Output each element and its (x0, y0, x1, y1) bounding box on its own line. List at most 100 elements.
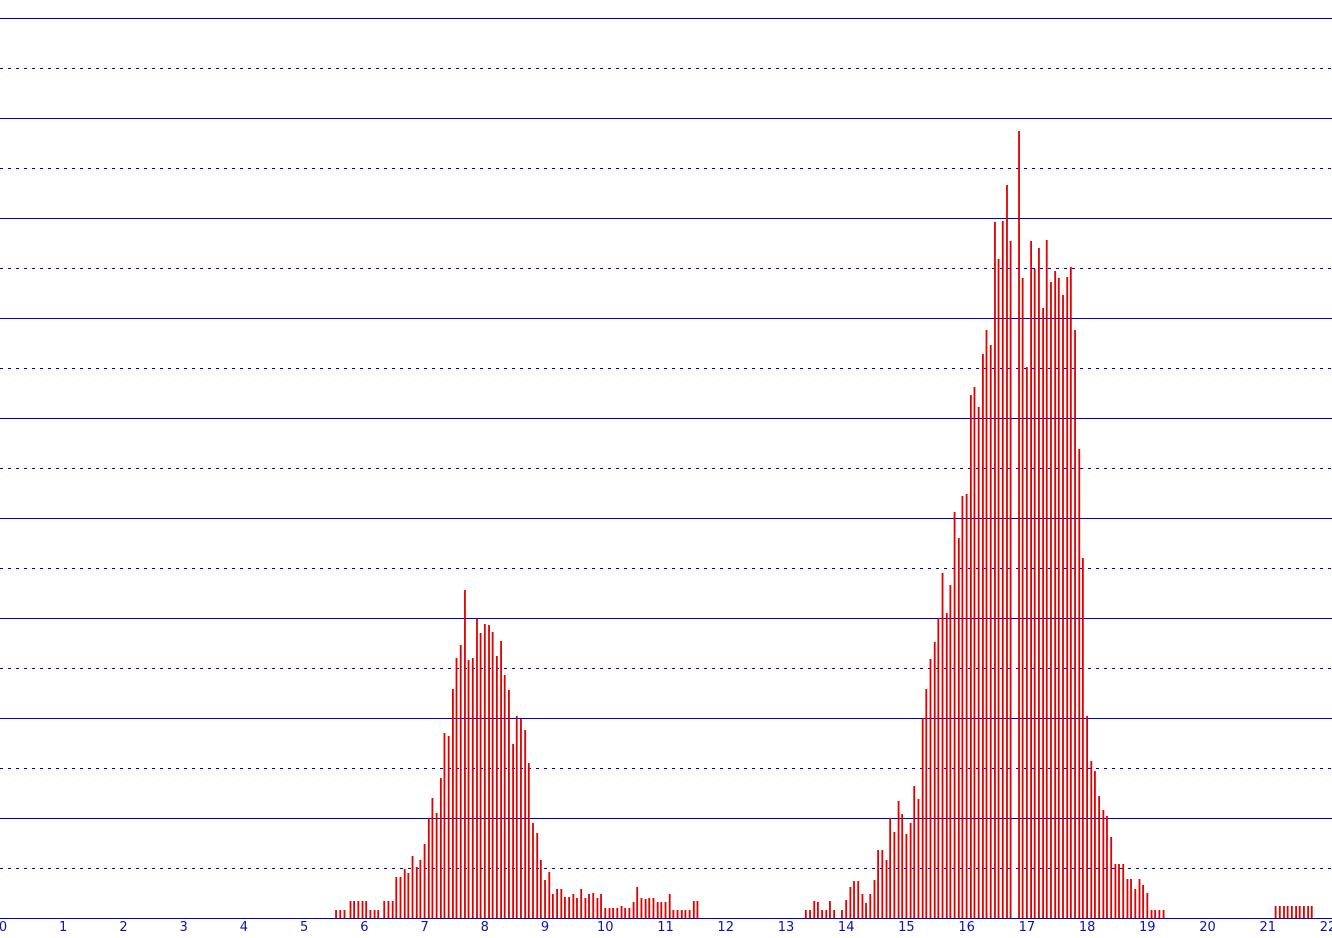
bar (917, 799, 920, 918)
bar (941, 573, 944, 918)
bar (1134, 889, 1137, 918)
x-tick-label: 9 (541, 920, 549, 935)
bar (1006, 185, 1008, 918)
bar (1298, 906, 1301, 918)
bar (861, 894, 864, 918)
x-tick-label: 17 (1019, 920, 1036, 935)
bar (981, 354, 984, 918)
bar (652, 898, 655, 918)
bar (532, 823, 534, 918)
bar (1078, 449, 1081, 918)
bar (572, 894, 575, 918)
bar (849, 887, 852, 918)
bar (455, 658, 458, 918)
bar (977, 407, 980, 918)
bar (945, 613, 948, 918)
bar (1138, 879, 1141, 918)
x-tick-label: 6 (360, 920, 368, 935)
bar (495, 656, 498, 918)
bar (1054, 271, 1057, 918)
bar (536, 833, 539, 918)
bar (524, 730, 527, 918)
bar (1154, 910, 1157, 918)
bar (897, 801, 900, 918)
bar (451, 689, 454, 918)
x-tick-label: 7 (420, 920, 428, 935)
bar (491, 632, 494, 918)
bar (813, 901, 816, 918)
bar (1057, 278, 1060, 918)
bar (584, 898, 587, 918)
x-tick-label: 10 (597, 920, 614, 935)
bar (1146, 893, 1149, 918)
bar (985, 330, 988, 918)
bar (369, 910, 372, 918)
bar (885, 860, 888, 918)
bar (377, 910, 380, 918)
bar (365, 901, 368, 918)
bar (512, 744, 515, 918)
bar (889, 818, 892, 918)
bar (1062, 295, 1064, 918)
bar (1102, 810, 1105, 918)
x-tick-label: 0 (0, 920, 7, 935)
bar (640, 898, 643, 918)
bar (568, 897, 571, 918)
bars (335, 131, 1313, 918)
bar (1126, 879, 1129, 918)
bar (853, 881, 855, 918)
bar (1283, 906, 1285, 918)
bar (387, 901, 390, 918)
bar (1310, 906, 1313, 918)
bar (1122, 864, 1125, 918)
bar (865, 903, 867, 918)
bar (1094, 771, 1096, 918)
bar (427, 818, 430, 918)
bar (447, 736, 450, 918)
bar (1162, 910, 1165, 918)
bar (520, 719, 522, 918)
bar (560, 889, 563, 918)
bar (373, 910, 376, 918)
bar (357, 901, 360, 918)
x-tick-label: 14 (838, 920, 855, 935)
bar (680, 910, 683, 918)
bar (527, 763, 530, 918)
bar (415, 867, 418, 918)
bar (483, 624, 486, 918)
bar (592, 893, 595, 918)
x-tick-label: 20 (1199, 920, 1216, 935)
bar (1295, 906, 1297, 918)
bar (921, 718, 924, 918)
bar (1278, 906, 1281, 918)
x-tick-label: 18 (1079, 920, 1096, 935)
x-tick-label: 19 (1139, 920, 1156, 935)
bar (335, 910, 337, 918)
bar (1158, 910, 1161, 918)
bar (901, 814, 904, 918)
bar (1025, 367, 1028, 918)
x-tick-label: 13 (778, 920, 795, 935)
bar (1033, 269, 1036, 918)
bar (989, 345, 992, 918)
bar (576, 898, 578, 918)
bar (361, 901, 364, 918)
bar (961, 496, 964, 918)
histogram-chart: 012345678910111213141516171819202122 (0, 18, 1332, 935)
bar (471, 658, 474, 918)
bar (580, 889, 583, 918)
x-tick-label: 3 (180, 920, 188, 935)
bar (684, 910, 687, 918)
bar (873, 880, 876, 918)
bar (909, 823, 912, 918)
bar (804, 910, 807, 918)
bar (1130, 879, 1132, 918)
bar (548, 872, 551, 918)
bar (696, 901, 699, 918)
x-tick-label: 1 (59, 920, 67, 935)
bar (407, 873, 410, 918)
bar (825, 910, 828, 918)
x-tick-label: 21 (1260, 920, 1277, 935)
bar (672, 910, 675, 918)
bar (1042, 308, 1045, 918)
